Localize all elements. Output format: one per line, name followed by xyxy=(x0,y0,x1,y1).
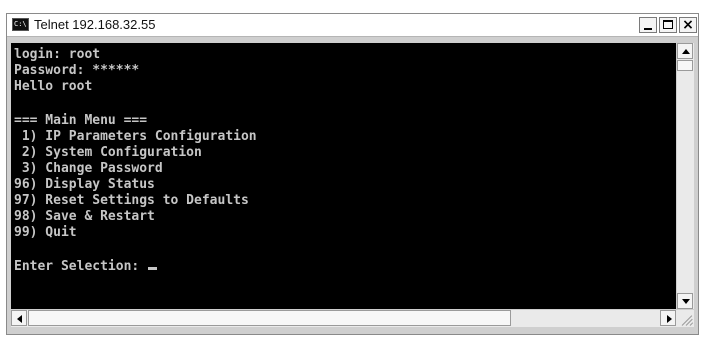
menu-item-save-restart: 98) Save & Restart xyxy=(14,209,155,224)
title-bar[interactable]: C:\ Telnet 192.168.32.55 × xyxy=(7,14,698,37)
vertical-scroll-thumb[interactable] xyxy=(677,60,693,71)
menu-item-ip-parameters: 1) IP Parameters Configuration xyxy=(14,129,257,144)
telnet-window: C:\ Telnet 192.168.32.55 × login: root P… xyxy=(6,13,699,335)
menu-item-change-password: 3) Change Password xyxy=(14,161,163,176)
login-line: login: root xyxy=(14,47,101,62)
terminal-output[interactable]: login: root Password: ****** Hello root … xyxy=(11,43,676,309)
minimize-button[interactable] xyxy=(639,17,657,33)
chevron-up-icon xyxy=(682,49,690,54)
menu-item-system-configuration: 2) System Configuration xyxy=(14,145,202,160)
maximize-icon xyxy=(663,20,673,29)
menu-item-reset-defaults: 97) Reset Settings to Defaults xyxy=(14,193,249,208)
greeting-line: Hello root xyxy=(14,79,93,94)
menu-item-quit: 99) Quit xyxy=(14,225,77,240)
window-title: Telnet 192.168.32.55 xyxy=(34,17,156,32)
close-icon: × xyxy=(682,17,694,33)
scroll-right-button[interactable] xyxy=(660,310,676,326)
console-icon[interactable]: C:\ xyxy=(12,18,29,31)
vertical-scrollbar[interactable] xyxy=(677,43,694,309)
maximize-button[interactable] xyxy=(659,17,677,33)
horizontal-scrollbar[interactable] xyxy=(11,310,677,327)
scroll-down-button[interactable] xyxy=(677,293,693,309)
resize-grip-icon[interactable] xyxy=(677,310,694,327)
menu-item-display-status: 96) Display Status xyxy=(14,177,155,192)
horizontal-scroll-thumb[interactable] xyxy=(28,310,511,326)
scroll-up-button[interactable] xyxy=(677,43,693,59)
close-button[interactable]: × xyxy=(679,17,697,33)
chevron-left-icon xyxy=(17,315,22,323)
password-line: Password: ****** xyxy=(14,63,140,78)
text-cursor xyxy=(148,267,158,270)
prompt-text: Enter Selection: xyxy=(14,259,148,274)
selection-prompt: Enter Selection: xyxy=(14,259,158,275)
chevron-down-icon xyxy=(682,299,690,304)
scroll-left-button[interactable] xyxy=(11,310,27,326)
chevron-right-icon xyxy=(667,315,672,323)
menu-header: === Main Menu === xyxy=(14,113,148,128)
window-controls: × xyxy=(639,17,697,34)
minimize-icon xyxy=(644,28,652,30)
